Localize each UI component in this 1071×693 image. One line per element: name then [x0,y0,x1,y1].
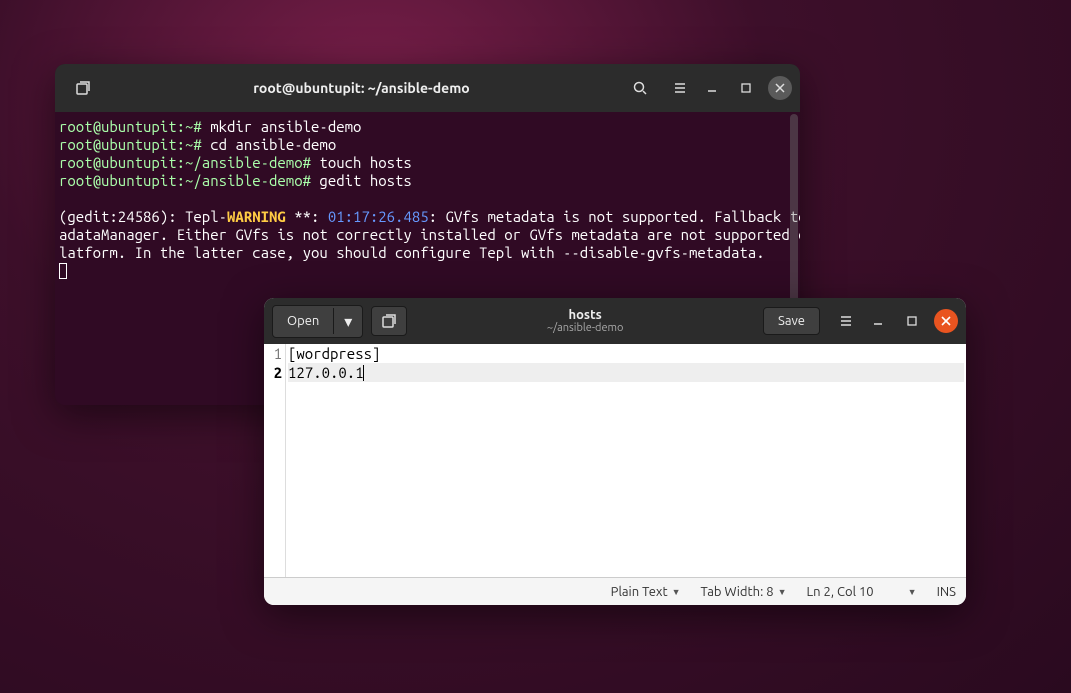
line-text: 127.0.0.1 [288,364,364,381]
tab-width-selector[interactable]: Tab Width: 8 ▼ [701,585,787,599]
editor-content[interactable]: [wordpress] 127.0.0.1 [286,344,966,577]
warning-line: (gedit:24586): Tepl-WARNING **: 01:17:26… [59,208,800,261]
terminal-cursor [59,263,67,279]
open-dropdown-arrow[interactable]: ▾ [334,306,362,337]
maximize-button[interactable] [734,76,758,100]
save-button[interactable]: Save [763,307,820,335]
command-text: gedit hosts [311,172,412,189]
prompt: root@ubuntupit:~/ansible-demo# [59,154,311,171]
open-label: Open [273,308,334,334]
new-tab-button[interactable] [65,72,101,104]
prompt: root@ubuntupit:~/ansible-demo# [59,172,311,189]
open-button[interactable]: Open ▾ [272,305,363,338]
chevron-down-icon: ▼ [672,587,681,597]
file-path: ~/ansible-demo [407,322,763,334]
scrollbar[interactable] [790,114,798,314]
syntax-selector[interactable]: Plain Text ▼ [611,585,681,599]
syntax-label: Plain Text [611,585,668,599]
close-button[interactable] [768,76,792,100]
text-cursor [363,365,364,381]
search-button[interactable] [622,72,658,104]
minimize-button[interactable] [866,309,890,333]
gedit-header: Open ▾ hosts ~/ansible-demo Save [264,298,966,344]
new-document-button[interactable] [371,306,407,336]
prompt: root@ubuntupit:~# [59,136,202,153]
gedit-statusbar: Plain Text ▼ Tab Width: 8 ▼ Ln 2, Col 10… [264,577,966,605]
prompt: root@ubuntupit:~# [59,118,202,135]
editor-line[interactable]: [wordpress] [288,344,964,363]
gedit-window: Open ▾ hosts ~/ansible-demo Save [264,298,966,605]
insert-mode[interactable]: INS [937,585,956,599]
editor-line[interactable]: 127.0.0.1 [288,363,964,382]
line-number: 2 [264,363,282,382]
command-text: mkdir ansible-demo [202,118,362,135]
terminal-body[interactable]: root@ubuntupit:~# mkdir ansible-demo roo… [55,112,800,286]
hamburger-menu-button[interactable] [662,72,698,104]
line-number: 1 [264,344,282,363]
chevron-down-icon: ▼ [778,587,787,597]
terminal-title: root@ubuntupit: ~/ansible-demo [103,80,620,96]
command-text: touch hosts [311,154,412,171]
gedit-title-area: hosts ~/ansible-demo [407,308,763,334]
file-name: hosts [407,308,763,322]
close-button[interactable] [934,309,958,333]
minimize-button[interactable] [700,76,724,100]
gedit-editor-area[interactable]: 1 2 [wordpress] 127.0.0.1 [264,344,966,577]
terminal-header: root@ubuntupit: ~/ansible-demo [55,64,800,112]
chevron-down-icon: ▼ [908,587,917,597]
cursor-position[interactable]: Ln 2, Col 10 ▼ [807,585,917,599]
tab-width-label: Tab Width: 8 [701,585,774,599]
maximize-button[interactable] [900,309,924,333]
line-text: [wordpress] [288,345,380,362]
hamburger-menu-button[interactable] [828,305,864,337]
command-text: cd ansible-demo [202,136,336,153]
cursor-pos-label: Ln 2, Col 10 [807,585,874,599]
line-number-gutter: 1 2 [264,344,286,577]
